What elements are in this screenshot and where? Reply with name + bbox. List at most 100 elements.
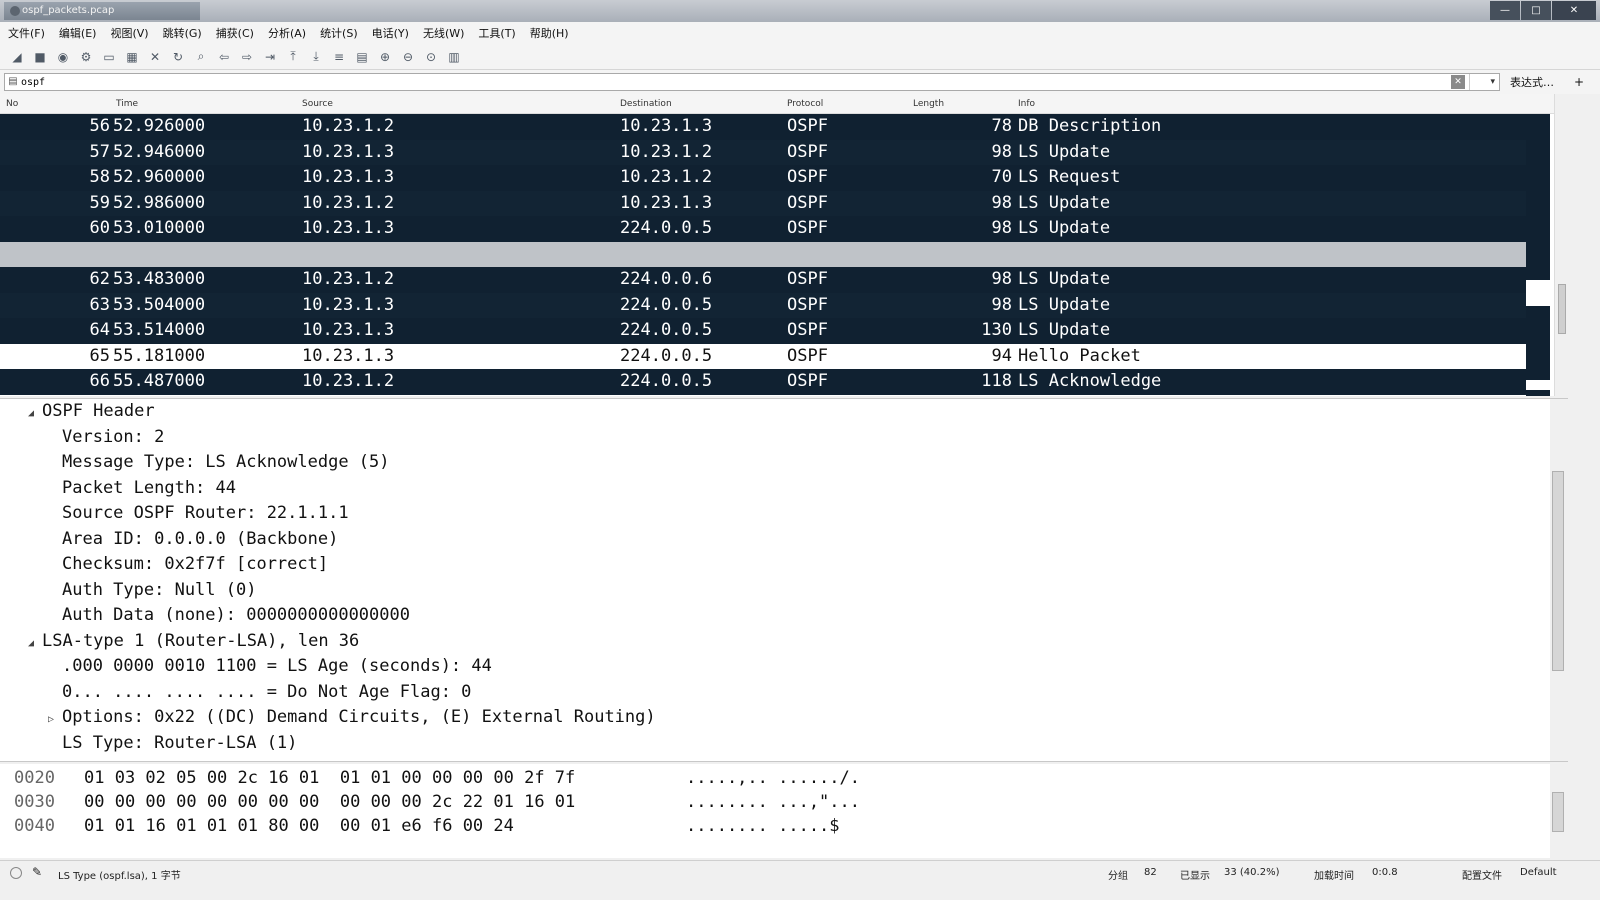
maximize-button[interactable]: □ (1521, 1, 1551, 20)
go-back-icon[interactable]: ⇦ (215, 48, 233, 66)
bytes-scroll-thumb[interactable] (1552, 792, 1564, 832)
packet-row[interactable]: 66 55.487000 10.23.1.2 224.0.0.5 OSPF 118 LS A… (0, 369, 1554, 395)
stop-capture-icon[interactable]: ■ (31, 48, 49, 66)
colorize-icon[interactable]: ▤ (353, 48, 371, 66)
detail-tree-node[interactable]: ◢ LSA-type 1 (Router-LSA), len 36 (28, 629, 359, 654)
detail-field[interactable]: LS Type: Router-LSA (1) (48, 731, 297, 756)
detail-field[interactable]: 0... .... .... .... = Do Not Age Flag: 0 (48, 680, 471, 705)
packet-cell-length: 118 (981, 371, 1012, 391)
packet-rows: 56 52.926000 10.23.1.2 10.23.1.3 OSPF 78 DB De… (0, 114, 1554, 395)
menu-item[interactable]: 帮助(H) (530, 25, 569, 41)
packet-cell-protocol: OSPF (787, 192, 828, 213)
reload-icon[interactable]: ↻ (169, 48, 187, 66)
close-button[interactable]: ✕ (1552, 1, 1596, 20)
detail-tree-node[interactable]: ◢ OSPF Header (28, 399, 155, 424)
menu-item[interactable]: 工具(T) (478, 25, 515, 41)
capture-options-icon[interactable]: ⚙ (77, 48, 95, 66)
detail-field[interactable]: Auth Type: Null (0) (48, 578, 256, 603)
packet-row[interactable]: 60 53.010000 10.23.1.3 224.0.0.5 OSPF 98 LS Up… (0, 216, 1554, 242)
packet-list-minimap[interactable] (1526, 114, 1554, 396)
packet-row[interactable]: 58 52.960000 10.23.1.3 10.23.1.2 OSPF 70 LS Re… (0, 165, 1554, 191)
column-header-destination[interactable]: Destination (620, 99, 672, 109)
find-packet-icon[interactable]: ⌕ (192, 48, 210, 66)
detail-text: Area ID: 0.0.0.0 (Backbone) (62, 528, 339, 549)
menu-item[interactable]: 无线(W) (423, 25, 464, 41)
menu-item[interactable]: 电话(Y) (372, 25, 409, 41)
details-scrollbar[interactable] (1550, 399, 1568, 761)
capture-comment-icon[interactable]: ✎ (32, 865, 42, 879)
packet-row[interactable]: 57 52.946000 10.23.1.3 10.23.1.2 OSPF 98 LS Up… (0, 139, 1554, 165)
menu-item[interactable]: 分析(A) (268, 25, 306, 41)
go-to-packet-icon[interactable]: ⇥ (261, 48, 279, 66)
detail-field[interactable]: Source OSPF Router: 22.1.1.1 (48, 501, 349, 526)
bytes-row[interactable]: 0030 00 00 00 00 00 00 00 00 00 00 00 2c … (0, 790, 1540, 814)
start-capture-icon[interactable]: ◢ (8, 48, 26, 66)
detail-text: Source OSPF Router: 22.1.1.1 (62, 503, 349, 523)
zoom-in-icon[interactable]: ⊕ (376, 48, 394, 66)
close-file-icon[interactable]: ✕ (146, 48, 164, 66)
bytes-hex: 00 00 00 00 00 00 00 00 00 00 00 2c 22 0… (84, 792, 576, 812)
menu-item[interactable]: 文件(F) (8, 25, 45, 41)
expert-info-icon[interactable] (10, 867, 22, 879)
bytes-scrollbar[interactable] (1550, 764, 1568, 858)
packet-cell-protocol: OSPF (787, 269, 828, 289)
column-header-source[interactable]: Source (302, 99, 333, 109)
packet-row[interactable]: 65 55.181000 10.23.1.3 224.0.0.5 OSPF 94 Hello… (0, 343, 1554, 369)
filter-bookmark-icon[interactable]: ▤ (5, 74, 21, 90)
bytes-row[interactable]: 0020 01 03 02 05 00 2c 16 01 01 01 00 00 … (0, 766, 1540, 790)
menu-item[interactable]: 统计(S) (320, 25, 358, 41)
packet-cell-destination: 224.0.0.6 (620, 269, 713, 289)
open-file-icon[interactable]: ▭ (100, 48, 118, 66)
detail-field[interactable]: Message Type: LS Acknowledge (5) (48, 450, 390, 475)
menu-item[interactable]: 视图(V) (110, 25, 148, 41)
status-profile[interactable]: Default (1520, 867, 1557, 878)
zoom-normal-icon[interactable]: ⊙ (422, 48, 440, 66)
detail-field[interactable]: Auth Data (none): 0000000000000000 (48, 603, 410, 628)
detail-field[interactable]: Checksum: 0x2f7f [correct] (48, 552, 328, 577)
first-packet-icon[interactable]: ⤒ (284, 48, 302, 66)
packet-row[interactable]: 56 52.926000 10.23.1.2 10.23.1.3 OSPF 78 DB De… (0, 114, 1554, 140)
menu-item[interactable]: 跳转(G) (163, 25, 202, 41)
expression-button[interactable]: 表达式… (1510, 74, 1554, 90)
menu-item[interactable]: 捕获(C) (216, 25, 254, 41)
autoscroll-icon[interactable]: ≡ (330, 48, 348, 66)
detail-tree-node[interactable]: ▷ Options: 0x22 ((DC) Demand Circuits, (E… (48, 705, 656, 730)
packet-row[interactable]: 59 52.986000 10.23.1.2 10.23.1.3 OSPF 98 LS Up… (0, 190, 1554, 216)
details-scroll-thumb[interactable] (1552, 471, 1564, 671)
last-packet-icon[interactable]: ⤓ (307, 48, 325, 66)
detail-field[interactable]: .000 0000 0010 1100 = LS Age (seconds): … (48, 654, 492, 679)
column-header-protocol[interactable]: Protocol (787, 99, 823, 109)
tree-toggle-icon[interactable]: ▷ (48, 707, 62, 732)
packet-cell-info: LS Update (1018, 320, 1111, 340)
packet-list-scrollbar[interactable] (1554, 94, 1568, 396)
column-header-length[interactable]: Length (913, 99, 944, 109)
go-forward-icon[interactable]: ⇨ (238, 48, 256, 66)
add-filter-button[interactable]: + (1574, 75, 1584, 89)
packet-row[interactable] (0, 241, 1554, 267)
display-filter-input[interactable] (21, 74, 1451, 90)
tree-toggle-icon[interactable]: ◢ (28, 401, 42, 426)
packet-row[interactable]: 64 53.514000 10.23.1.3 224.0.0.5 OSPF 130 LS U… (0, 318, 1554, 344)
restart-capture-icon[interactable]: ◉ (54, 48, 72, 66)
zoom-out-icon[interactable]: ⊖ (399, 48, 417, 66)
minimize-button[interactable]: — (1490, 1, 1520, 20)
detail-field[interactable]: Version: 2 (48, 425, 164, 450)
packet-list-scroll-thumb[interactable] (1558, 284, 1566, 334)
detail-field[interactable]: Area ID: 0.0.0.0 (Backbone) (48, 527, 338, 552)
packet-row[interactable]: 63 53.504000 10.23.1.3 224.0.0.5 OSPF 98 LS Up… (0, 292, 1554, 318)
clear-filter-icon[interactable]: ✕ (1451, 75, 1465, 89)
bytes-row[interactable]: 0040 01 01 16 01 01 01 80 00 00 01 e6 f6 … (0, 814, 1540, 838)
status-field-info: LS Type (ospf.lsa), 1 字节 (58, 871, 181, 882)
detail-field[interactable]: Packet Length: 44 (48, 476, 236, 501)
window-title-tab[interactable]: ospf_packets.pcap (4, 2, 200, 20)
status-packets-label: 分组 (1108, 871, 1128, 882)
column-header-info[interactable]: Info (1018, 99, 1035, 109)
resize-columns-icon[interactable]: ▥ (445, 48, 463, 66)
tree-toggle-icon[interactable]: ◢ (28, 631, 42, 656)
column-header-time[interactable]: Time (116, 99, 138, 109)
filter-history-dropdown-icon[interactable]: ▾ (1469, 74, 1499, 90)
packet-row[interactable]: 62 53.483000 10.23.1.2 224.0.0.6 OSPF 98 LS Up… (0, 267, 1554, 293)
column-header-no[interactable]: No (6, 99, 18, 109)
menu-item[interactable]: 编辑(E) (59, 25, 97, 41)
save-file-icon[interactable]: ▦ (123, 48, 141, 66)
